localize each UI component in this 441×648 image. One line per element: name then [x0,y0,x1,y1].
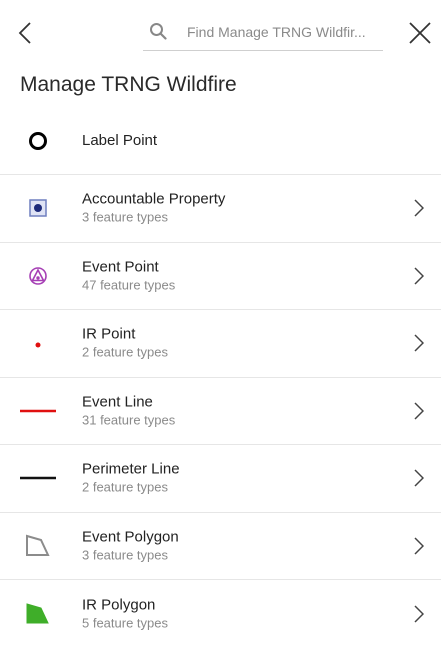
list-item-label: Accountable Property [82,190,226,208]
list-item-subtitle: 47 feature types [82,277,176,293]
list-item-label: Event Line [82,393,153,411]
chevron-right-icon [411,197,427,219]
list-item-label-point[interactable]: Label Point [0,107,441,175]
close-icon [409,22,431,44]
list-item-event-line[interactable]: Event Line 31 feature types [0,378,441,445]
chevron-left-icon [18,22,31,44]
list-item-label: IR Point [82,325,136,343]
list-item-event-point[interactable]: Event Point 47 feature types [0,243,441,310]
chevron-right-icon [411,400,427,422]
square-dot-icon [18,193,58,223]
red-dot-icon [18,328,58,358]
list-item-label: IR Polygon [82,596,156,614]
layer-list: Label Point Accountable Property 3 featu… [0,107,441,648]
close-button[interactable] [405,18,435,48]
chevron-right-icon [411,265,427,287]
list-item-subtitle: 3 feature types [82,209,168,225]
list-item-subtitle: 31 feature types [82,412,176,428]
red-line-icon [18,396,58,426]
green-polygon-icon [18,599,58,629]
list-item-subtitle: 3 feature types [82,547,168,563]
list-item-label: Event Polygon [82,528,179,546]
chevron-right-icon [411,467,427,489]
black-line-icon [18,463,58,493]
event-point-icon [18,261,58,291]
circle-outline-icon [18,126,58,156]
back-button[interactable] [10,16,40,50]
search-box[interactable] [143,14,383,51]
list-item-label: Event Point [82,258,159,276]
gray-polygon-icon [18,531,58,561]
list-item-label: Label Point [82,131,158,149]
list-item-accountable-property[interactable]: Accountable Property 3 feature types [0,175,441,243]
list-item-subtitle: 2 feature types [82,344,168,360]
list-item-ir-polygon[interactable]: IR Polygon 5 feature types [0,580,441,648]
list-item-perimeter-line[interactable]: Perimeter Line 2 feature types [0,445,441,513]
chevron-right-icon [411,535,427,557]
list-item-subtitle: 5 feature types [82,615,168,631]
search-icon [150,23,167,40]
list-item-label: Perimeter Line [82,460,180,478]
list-item-subtitle: 2 feature types [82,479,168,495]
page-title: Manage TRNG Wildfire [20,73,237,96]
list-item-ir-point[interactable]: IR Point 2 feature types [0,310,441,378]
list-item-event-polygon[interactable]: Event Polygon 3 feature types [0,513,441,580]
chevron-right-icon [411,603,427,625]
chevron-right-icon [411,332,427,354]
search-input[interactable] [187,20,377,44]
top-bar [0,0,441,60]
